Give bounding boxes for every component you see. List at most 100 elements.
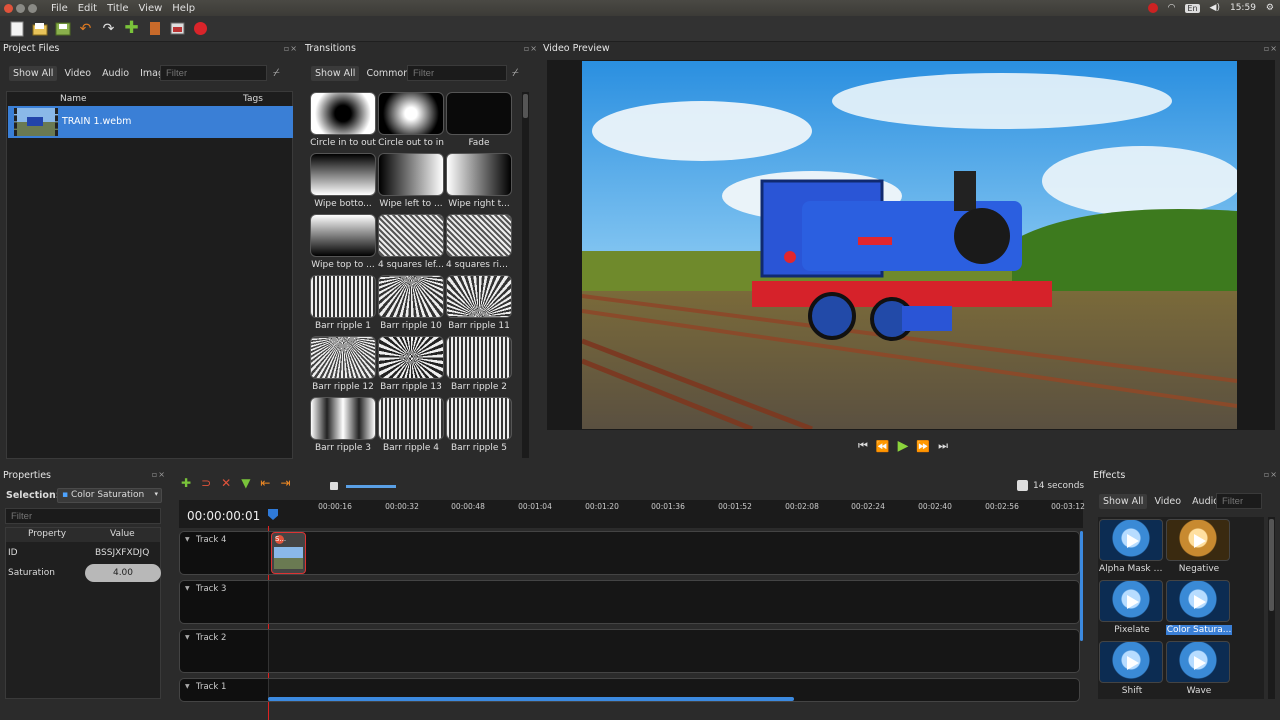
effect-item[interactable]: Color Satura...: [1166, 580, 1232, 640]
previous-marker-icon[interactable]: ⇤: [260, 476, 270, 490]
tab-show-all[interactable]: Show All: [1099, 494, 1148, 509]
panel-dock-buttons[interactable]: ▫×: [1264, 44, 1278, 53]
effect-item[interactable]: Negative: [1166, 519, 1232, 579]
clip-effect-badge[interactable]: S...: [275, 535, 286, 544]
tab-show-all[interactable]: Show All: [9, 66, 58, 81]
transition-item[interactable]: Wipe left to ...: [378, 153, 444, 213]
tab-audio[interactable]: Audio: [98, 66, 133, 81]
track-header[interactable]: ▼ Track 4: [180, 532, 269, 574]
column-value-header[interactable]: Value: [110, 529, 135, 539]
transition-item[interactable]: Barr ripple 11: [446, 275, 512, 335]
video-canvas[interactable]: [547, 60, 1275, 430]
fullscreen-icon[interactable]: [169, 20, 186, 37]
transition-item[interactable]: Wipe right t...: [446, 153, 512, 213]
project-files-filter-input[interactable]: [160, 65, 267, 81]
column-property-header[interactable]: Property: [28, 529, 66, 539]
record-indicator-icon[interactable]: [1147, 3, 1158, 13]
add-track-icon[interactable]: ✚: [181, 476, 191, 490]
maximize-window-icon[interactable]: [28, 3, 37, 13]
save-project-icon[interactable]: [54, 20, 71, 37]
track-header[interactable]: ▼ Track 1: [180, 679, 269, 701]
jump-to-start-icon[interactable]: ⏮: [858, 439, 868, 453]
transition-item[interactable]: 4 squares lef...: [378, 214, 444, 274]
add-marker-icon[interactable]: ▼: [241, 476, 250, 490]
tab-video[interactable]: Video: [60, 66, 95, 81]
transition-item[interactable]: Barr ripple 3: [310, 397, 376, 457]
tab-video[interactable]: Video: [1150, 494, 1185, 509]
next-marker-icon[interactable]: ⇥: [280, 476, 290, 490]
transition-item[interactable]: Barr ripple 12: [310, 336, 376, 396]
selection-dropdown[interactable]: ▪ Color Saturation ▾: [57, 488, 162, 503]
panel-dock-buttons[interactable]: ▫×: [284, 44, 298, 53]
transition-item[interactable]: Circle out to in: [378, 92, 444, 152]
language-indicator[interactable]: En: [1185, 3, 1200, 13]
minimize-window-icon[interactable]: [16, 3, 25, 13]
tab-show-all[interactable]: Show All: [311, 66, 360, 81]
transition-item[interactable]: Barr ripple 4: [378, 397, 444, 457]
timeline-vertical-scrollbar[interactable]: [1080, 531, 1083, 641]
panel-dock-buttons[interactable]: ▫×: [524, 44, 538, 53]
transition-item[interactable]: 4 squares rig...: [446, 214, 512, 274]
undo-icon[interactable]: ↶: [77, 20, 94, 37]
video-clip[interactable]: S...: [271, 532, 306, 574]
column-name-header[interactable]: Name: [60, 94, 87, 104]
properties-filter-input[interactable]: [5, 508, 161, 524]
transition-item[interactable]: Barr ripple 10: [378, 275, 444, 335]
volume-icon[interactable]: ◀): [1210, 3, 1220, 13]
clear-filter-icon[interactable]: ⌿: [512, 66, 526, 80]
effects-scrollbar[interactable]: [1268, 517, 1275, 699]
jump-to-end-icon[interactable]: ⏭: [938, 439, 948, 453]
panel-dock-buttons[interactable]: ▫×: [1264, 470, 1278, 479]
transition-item[interactable]: Wipe botto...: [310, 153, 376, 213]
transition-item[interactable]: Circle in to out: [310, 92, 376, 152]
profile-icon[interactable]: [146, 20, 163, 37]
track-3[interactable]: ▼ Track 3: [179, 580, 1080, 624]
close-window-icon[interactable]: [4, 3, 13, 13]
scrollbar-thumb[interactable]: [1269, 519, 1274, 611]
zoom-slider[interactable]: [346, 485, 396, 488]
effect-item[interactable]: Shift: [1099, 641, 1165, 701]
menu-view[interactable]: View: [139, 3, 163, 14]
menu-help[interactable]: Help: [172, 3, 195, 14]
track-header[interactable]: ▼ Track 3: [180, 581, 269, 623]
play-icon[interactable]: ▶: [898, 438, 909, 454]
timeline-horizontal-scrollbar[interactable]: [268, 697, 794, 701]
wifi-icon[interactable]: ◠: [1168, 3, 1176, 13]
column-tags-header[interactable]: Tags: [243, 94, 263, 104]
razor-icon[interactable]: ✕: [221, 476, 231, 490]
scrollbar-thumb[interactable]: [523, 94, 528, 118]
track-4[interactable]: ▼ Track 4 S...: [179, 531, 1080, 575]
effect-item[interactable]: Alpha Mask /...: [1099, 519, 1165, 579]
transitions-scrollbar[interactable]: [522, 92, 529, 458]
track-header[interactable]: ▼ Track 2: [180, 630, 269, 672]
transition-item[interactable]: Barr ripple 1: [310, 275, 376, 335]
file-row[interactable]: TRAIN 1.webm: [8, 106, 293, 138]
transition-item[interactable]: Fade: [446, 92, 512, 152]
saturation-slider[interactable]: 4.00: [85, 564, 161, 582]
clear-filter-icon[interactable]: ⌿: [273, 66, 287, 80]
effect-item[interactable]: Wave: [1166, 641, 1232, 701]
panel-dock-buttons[interactable]: ▫×: [152, 470, 166, 479]
settings-gear-icon[interactable]: ⚙: [1266, 3, 1274, 13]
transition-item[interactable]: Wipe top to ...: [310, 214, 376, 274]
zoom-out-icon[interactable]: [330, 482, 338, 490]
transition-item[interactable]: Barr ripple 2: [446, 336, 512, 396]
effects-filter-input[interactable]: [1216, 493, 1262, 509]
fast-forward-icon[interactable]: ⏩: [916, 440, 930, 453]
menu-edit[interactable]: Edit: [78, 3, 97, 14]
menu-title[interactable]: Title: [107, 3, 128, 14]
rewind-icon[interactable]: ⏪: [876, 440, 890, 453]
export-video-icon[interactable]: [192, 20, 209, 37]
open-project-icon[interactable]: [31, 20, 48, 37]
import-files-icon[interactable]: ✚: [123, 20, 140, 37]
zoom-checkbox[interactable]: [1017, 480, 1028, 491]
transition-item[interactable]: Barr ripple 13: [378, 336, 444, 396]
tab-common[interactable]: Common: [362, 66, 413, 81]
transition-item[interactable]: Barr ripple 5: [446, 397, 512, 457]
transitions-filter-input[interactable]: [407, 65, 507, 81]
snapping-magnet-icon[interactable]: ⊃: [201, 476, 211, 490]
track-2[interactable]: ▼ Track 2: [179, 629, 1080, 673]
redo-icon[interactable]: ↷: [100, 20, 117, 37]
new-project-icon[interactable]: [8, 20, 25, 37]
effect-item[interactable]: Pixelate: [1099, 580, 1165, 640]
